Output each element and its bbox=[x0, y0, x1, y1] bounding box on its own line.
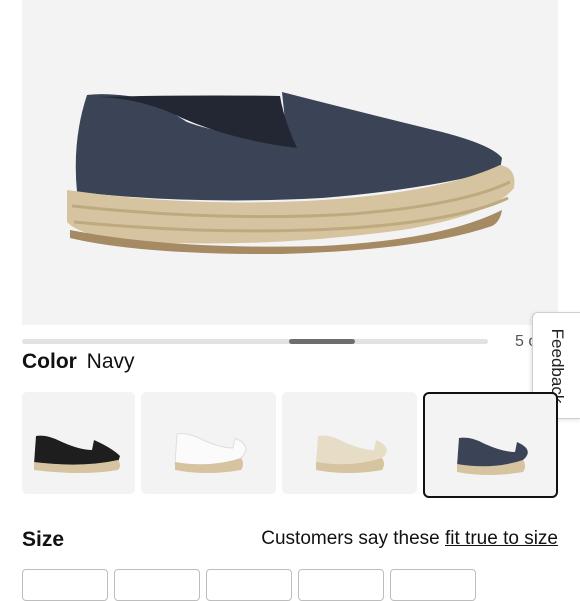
image-scroll-thumb[interactable] bbox=[289, 339, 355, 344]
size-label: Size bbox=[22, 528, 65, 551]
color-row: Color Navy bbox=[22, 350, 135, 374]
natural-shoe-thumbnail bbox=[316, 435, 387, 473]
size-option[interactable] bbox=[114, 569, 200, 601]
navy-shoe-thumbnail bbox=[457, 437, 528, 475]
image-scroll-track[interactable] bbox=[22, 339, 488, 344]
size-option[interactable] bbox=[206, 569, 292, 601]
size-option[interactable] bbox=[298, 569, 384, 601]
fit-info: Customers say these fit true to size bbox=[261, 528, 558, 550]
black-shoe-thumbnail bbox=[34, 435, 120, 473]
swatch-navy[interactable] bbox=[423, 392, 558, 498]
white-shoe-thumbnail bbox=[174, 433, 247, 473]
swatch-white[interactable] bbox=[141, 392, 276, 494]
color-label: Color bbox=[22, 350, 77, 373]
color-swatch-list bbox=[0, 392, 580, 498]
size-option[interactable] bbox=[22, 569, 108, 601]
swatch-natural[interactable] bbox=[282, 392, 417, 494]
fit-true-to-size-link[interactable]: fit true to size bbox=[445, 528, 558, 549]
product-image[interactable] bbox=[22, 0, 558, 325]
fit-prefix: Customers say these bbox=[261, 528, 440, 549]
navy-espadrille-image bbox=[67, 92, 515, 255]
swatch-black[interactable] bbox=[22, 392, 135, 494]
size-option[interactable] bbox=[390, 569, 476, 601]
color-value: Navy bbox=[86, 350, 135, 373]
